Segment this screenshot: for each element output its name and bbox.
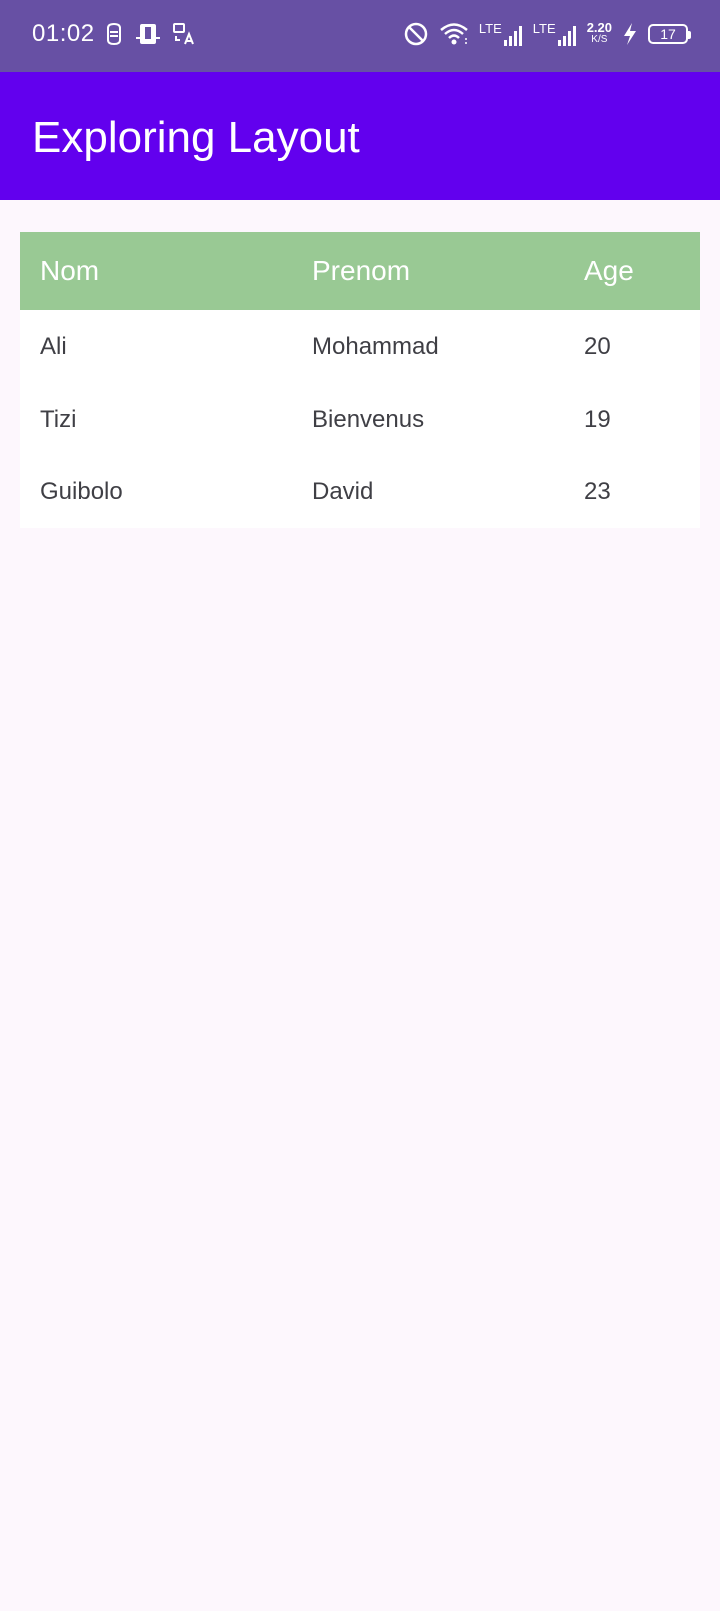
status-bar: 01:02 LTE LTE 2.20 K/S 17 <box>0 0 720 72</box>
wifi-icon <box>439 21 469 47</box>
table-row: Tizi Bienvenus 19 <box>20 383 700 456</box>
cell-age: 23 <box>584 478 611 505</box>
cell-nom: Tizi <box>40 405 77 433</box>
header-prenom: Prenom <box>312 255 411 286</box>
cell-nom: Guibolo <box>40 478 123 505</box>
data-table: Nom Prenom Age Ali Mohammad 20 Tizi Bien… <box>20 232 700 528</box>
status-left-icons <box>104 22 196 46</box>
device-icon <box>136 22 160 46</box>
signal-2-icon: LTE <box>533 20 577 48</box>
cell-prenom: Bienvenus <box>312 405 425 433</box>
network-speed: 2.20 K/S <box>586 20 612 45</box>
signal-1-icon: LTE <box>479 20 523 48</box>
table-header: Nom Prenom Age <box>20 232 700 310</box>
status-right-icons: LTE LTE 2.20 K/S 17 <box>403 20 691 48</box>
cell-nom: Ali <box>40 332 67 360</box>
notification-icon <box>104 22 124 46</box>
status-time: 01:02 <box>32 20 95 47</box>
translate-icon <box>172 22 196 46</box>
page-title: Exploring Layout <box>32 113 360 162</box>
header-nom: Nom <box>40 255 100 286</box>
table-row: Guibolo David 23 <box>20 456 700 528</box>
battery-icon: 17 <box>648 24 691 44</box>
do-not-disturb-icon <box>403 21 429 47</box>
cell-age: 19 <box>584 405 611 433</box>
cell-prenom: Mohammad <box>312 332 439 360</box>
table-row: Ali Mohammad 20 <box>20 310 700 383</box>
header-age: Age <box>584 255 634 286</box>
cell-age: 20 <box>584 332 611 360</box>
cell-prenom: David <box>312 478 374 505</box>
app-bar: Exploring Layout <box>0 72 720 200</box>
charging-icon <box>622 22 638 46</box>
battery-level: 17 <box>660 26 676 42</box>
